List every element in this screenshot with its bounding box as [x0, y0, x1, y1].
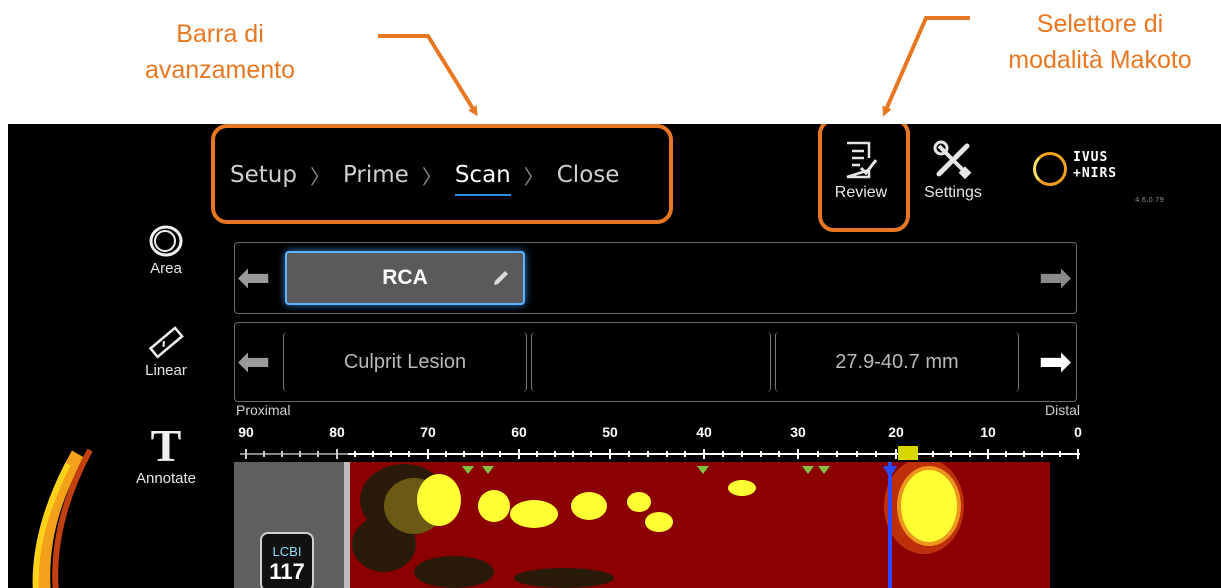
callout-mode-selector-line1: Selettore di	[1036, 10, 1164, 38]
logo-ring-icon	[1033, 152, 1067, 186]
linear-label: Linear	[145, 362, 187, 379]
segment-middle-field[interactable]	[531, 332, 771, 392]
ivus-nirs-logo: IVUS +NIRS 4.6.0.79	[1033, 148, 1164, 208]
segment-range-field[interactable]: 27.9-40.7 mm	[775, 332, 1019, 392]
area-label: Area	[150, 260, 182, 277]
vessel-prev-arrow-icon[interactable]: ⬅	[237, 258, 271, 298]
callout-arrow-mode	[882, 16, 970, 117]
position-marker	[898, 446, 918, 460]
callout-progress-bar-line1: Barra di	[176, 20, 264, 48]
segment-selector: ⬅ Culprit Lesion 27.9-40.7 mm ➡	[234, 322, 1077, 402]
cursor-line	[888, 462, 892, 588]
segment-next-arrow-icon[interactable]: ➡	[1038, 342, 1072, 382]
logo-line2: +NIRS	[1073, 166, 1118, 181]
segment-name-field[interactable]: Culprit Lesion	[283, 332, 527, 392]
annotate-t-icon: T	[150, 420, 182, 471]
pencil-icon	[494, 271, 508, 285]
annotate-label: Annotate	[135, 470, 197, 487]
lcbi-label: LCBI	[272, 544, 302, 559]
lcbi-badge: LCBI 117	[260, 532, 314, 588]
settings-label: Settings	[924, 184, 982, 201]
ivus-image-edge	[32, 448, 93, 588]
area-tool[interactable]: Area	[126, 224, 206, 277]
callout-progress-bar: Barra di avanzamento	[110, 16, 330, 88]
vessel-selector: ⬅ RCA ➡	[234, 242, 1077, 314]
wrench-screwdriver-icon	[933, 140, 972, 180]
progress-bar-highlight	[211, 124, 673, 224]
callout-progress-bar-line2: avanzamento	[144, 56, 296, 84]
review-highlight	[818, 124, 910, 232]
vessel-name: RCA	[382, 266, 428, 289]
pullback-axis: Proximal Distal 90 80 70 60 50 40 30 20 …	[234, 402, 1082, 462]
lcbi-value: 117	[269, 559, 305, 584]
callout-mode-selector: Selettore di modalità Makoto	[970, 6, 1221, 78]
version-label: 4.6.0.79	[1135, 196, 1164, 204]
segment-prev-arrow-icon[interactable]: ⬅	[237, 342, 271, 382]
chemogram-heatmap[interactable]	[234, 462, 1082, 588]
vessel-next-arrow-icon[interactable]: ➡	[1038, 258, 1072, 298]
callout-arrow-progress	[378, 34, 478, 117]
annotate-tool[interactable]: T Annotate	[126, 420, 206, 488]
axis-ruler	[240, 446, 1080, 460]
vessel-name-button[interactable]: RCA	[285, 251, 525, 305]
callout-mode-selector-line2: modalità Makoto	[1008, 46, 1192, 74]
logo-line1: IVUS	[1073, 150, 1109, 165]
app-window: Setup 〉 Prime 〉 Scan 〉 Close Review Sett…	[8, 124, 1221, 588]
settings-button[interactable]: Settings	[913, 140, 993, 202]
logo-text: IVUS +NIRS	[1073, 150, 1117, 182]
ruler-icon	[148, 326, 184, 359]
linear-tool[interactable]: Linear	[126, 324, 206, 379]
area-circle-icon	[149, 225, 183, 257]
